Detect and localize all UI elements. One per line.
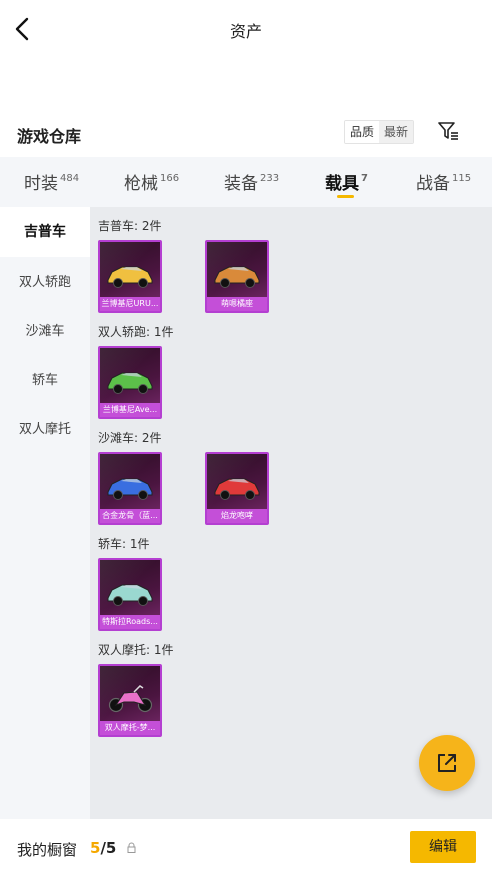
edit-button[interactable]: 编辑 <box>410 831 476 863</box>
item-card[interactable]: 合金龙骨（蓝... <box>98 452 162 525</box>
tab-label: 装备 <box>224 174 258 194</box>
item-name: 萌嗯橘座 <box>207 297 267 311</box>
tab-count: 484 <box>60 173 80 184</box>
sidebar-item-beach-buggy[interactable]: 沙滩车 <box>0 317 90 347</box>
vehicle-list: 吉普车: 2件 兰博基尼URU... 萌嗯橘座 双人轿跑: 1件 兰博基尼Ave… <box>90 207 492 819</box>
item-name: 兰博基尼Ave... <box>100 403 160 417</box>
group-label-beach-buggy: 沙滩车: 2件 <box>98 431 162 445</box>
item-name: 合金龙骨（蓝... <box>100 509 160 523</box>
sort-newest-button[interactable]: 最新 <box>379 121 414 143</box>
item-card[interactable]: 焰龙咆哮 <box>205 452 269 525</box>
warehouse-header: 游戏仓库 品质 最新 <box>0 118 492 154</box>
showcase-count: 5/5 <box>90 839 116 857</box>
item-name: 双人摩托-梦... <box>100 721 160 735</box>
car-icon <box>107 478 153 500</box>
sidebar-item-two-seat-motorcycle[interactable]: 双人摩托 <box>0 415 90 445</box>
tab-label: 战备 <box>416 174 450 194</box>
showcase-current: 5 <box>90 839 101 857</box>
share-external-icon <box>438 754 456 772</box>
group-label-two-seat-coupe: 双人轿跑: 1件 <box>98 325 174 339</box>
share-button[interactable] <box>419 735 475 791</box>
showcase-footer: 我的橱窗 5/5 编辑 <box>0 819 492 876</box>
item-name: 焰龙咆哮 <box>207 509 267 523</box>
showcase-label: 我的橱窗 <box>17 841 78 859</box>
group-label-two-seat-motorcycle: 双人摩托: 1件 <box>98 643 174 657</box>
car-icon <box>107 372 153 394</box>
car-icon <box>107 266 153 288</box>
tab-label: 时装 <box>24 174 58 194</box>
item-card[interactable]: 兰博基尼Ave... <box>98 346 162 419</box>
sidebar-item-two-seat-coupe[interactable]: 双人轿跑 <box>0 268 90 298</box>
page-title: 资产 <box>229 22 262 41</box>
tab-vehicles[interactable]: 载具 7 <box>325 169 368 194</box>
tab-count: 233 <box>260 173 280 184</box>
top-bar: 资产 <box>0 0 492 58</box>
tab-count: 166 <box>160 173 180 184</box>
showcase-total: /5 <box>100 839 117 857</box>
sidebar-item-jeep[interactable]: 吉普车 <box>0 207 90 257</box>
tab-count: 115 <box>452 173 472 184</box>
item-card[interactable]: 萌嗯橘座 <box>205 240 269 313</box>
tab-outfit[interactable]: 时装 484 <box>24 169 79 194</box>
category-tabs: 时装 484 枪械 166 装备 233 载具 7 战备 115 <box>0 157 492 207</box>
tab-firearms[interactable]: 枪械 166 <box>124 169 179 194</box>
item-card[interactable]: 兰博基尼URU... <box>98 240 162 313</box>
tab-combat-gear[interactable]: 战备 115 <box>416 169 471 194</box>
tab-count: 7 <box>361 173 368 184</box>
tab-label: 载具 <box>325 174 359 194</box>
filter-icon <box>438 122 458 140</box>
item-card[interactable]: 特斯拉Roads... <box>98 558 162 631</box>
sidebar-item-sedan[interactable]: 轿车 <box>0 366 90 396</box>
active-tab-indicator <box>337 195 354 198</box>
group-label-jeep: 吉普车: 2件 <box>98 219 162 233</box>
car-icon <box>214 478 260 500</box>
vehicle-type-sidebar: 吉普车 双人轿跑 沙滩车 轿车 双人摩托 <box>0 207 90 819</box>
item-name: 兰博基尼URU... <box>100 297 160 311</box>
sort-quality-button[interactable]: 品质 <box>345 121 380 143</box>
item-name: 特斯拉Roads... <box>100 615 160 629</box>
lock-icon <box>127 842 136 853</box>
sort-toggle: 品质 最新 <box>344 120 415 144</box>
group-label-sedan: 轿车: 1件 <box>98 537 150 551</box>
car-icon <box>107 584 153 606</box>
tab-label: 枪械 <box>124 174 158 194</box>
tab-equipment[interactable]: 装备 233 <box>224 169 279 194</box>
car-icon <box>214 266 260 288</box>
item-card[interactable]: 双人摩托-梦... <box>98 664 162 737</box>
motorcycle-icon <box>108 685 153 713</box>
section-title: 游戏仓库 <box>17 127 82 146</box>
filter-button[interactable] <box>437 120 459 142</box>
